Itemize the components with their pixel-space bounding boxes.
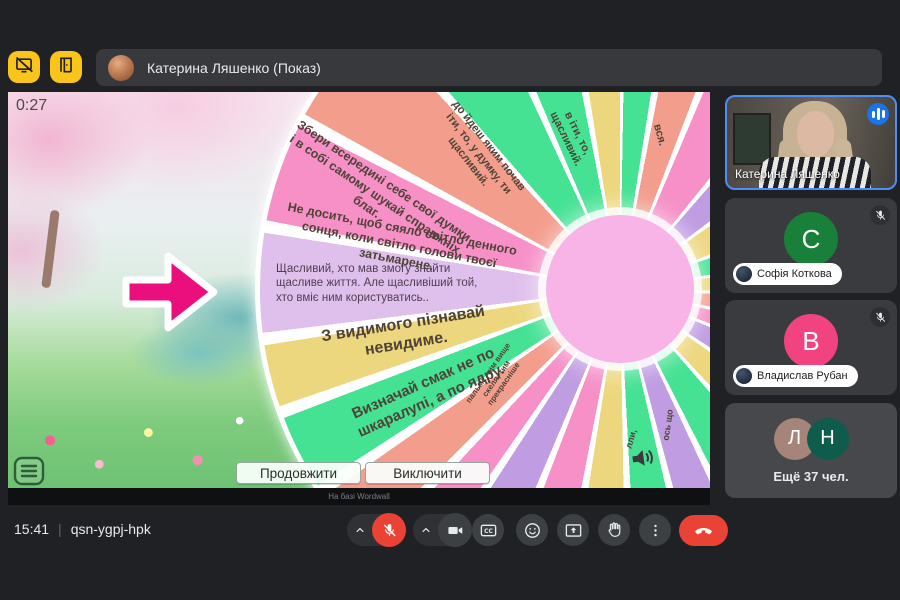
- mic-mute-button[interactable]: [372, 513, 406, 547]
- divider: |: [58, 521, 62, 537]
- captions-icon-label: CC: [484, 528, 493, 535]
- more-participants-label: Ещё 37 чел.: [773, 468, 849, 484]
- captions-button[interactable]: CC: [472, 514, 504, 546]
- avatar: Н: [806, 417, 849, 460]
- continue-button[interactable]: Продовжити: [236, 462, 361, 484]
- presenter-name: Катерина Ляшенко (Показ): [147, 59, 321, 76]
- meeting-code: qsn-ygpj-hpk: [70, 521, 151, 537]
- person-face: [797, 111, 834, 157]
- present-screen-button[interactable]: [557, 514, 589, 546]
- game-timer: 0:27: [16, 97, 48, 114]
- leave-room-button[interactable]: [50, 51, 82, 83]
- stop-presentation-button[interactable]: [8, 51, 40, 83]
- mic-muted-icon: [870, 307, 890, 327]
- tree-trunk: [41, 209, 60, 289]
- participant-name: Владислав Рубан: [757, 370, 848, 382]
- wheel-hub: [546, 215, 694, 363]
- wordwall-attribution: На базі Wordwall: [328, 492, 390, 501]
- game-menu-icon[interactable]: [13, 456, 45, 488]
- mic-options-chevron[interactable]: [347, 523, 373, 537]
- share-letterbox: На базі Wordwall: [8, 488, 710, 505]
- video-background-shelf: [733, 113, 771, 165]
- camera-button[interactable]: [438, 513, 472, 547]
- audio-level-icon: [867, 103, 889, 125]
- emoji-avatar: [736, 266, 752, 282]
- avatar: B: [784, 314, 838, 368]
- presenter-banner[interactable]: Катерина Ляшенко (Показ): [96, 49, 882, 86]
- mic-muted-icon: [870, 205, 890, 225]
- exclude-button[interactable]: Виключити: [365, 462, 490, 484]
- presenter-avatar: [108, 54, 134, 81]
- sound-icon[interactable]: [628, 444, 658, 476]
- raise-hand-button[interactable]: [598, 514, 630, 546]
- more-options-button[interactable]: [639, 514, 671, 546]
- reactions-button[interactable]: [516, 514, 548, 546]
- participant-tile-sofia[interactable]: C Софія Коткова: [725, 198, 897, 293]
- emoji-avatar: [736, 368, 752, 384]
- mic-control-group: [347, 513, 406, 547]
- more-participants-tile[interactable]: Л Н Ещё 37 чел.: [725, 403, 897, 498]
- participant-tile-vladyslav[interactable]: B Владислав Рубан: [725, 300, 897, 395]
- no-presentation-icon: [14, 55, 34, 80]
- meet-window: { "colors": { "surface": "#202124", "acc…: [0, 0, 900, 600]
- clock-time: 15:41: [14, 521, 50, 537]
- avatar-group: Л Н: [773, 417, 849, 460]
- leave-call-button[interactable]: [679, 515, 728, 546]
- meeting-info: 15:41 | qsn-ygpj-hpk: [14, 521, 151, 537]
- screen-share-view: Збери всередині себе свої думки і в собі…: [8, 92, 710, 488]
- name-pill: Софія Коткова: [733, 263, 842, 285]
- avatar: C: [784, 212, 838, 266]
- name-pill: Владислав Рубан: [733, 365, 858, 387]
- participant-tile-katerina[interactable]: Катерина Ляшенко: [725, 95, 897, 190]
- wheel-quote: Щасливий, хто мав змогу знайти щасливе ж…: [276, 263, 478, 304]
- camera-options-chevron[interactable]: [413, 523, 439, 537]
- door-exit-icon: [56, 55, 76, 80]
- camera-control-group: [413, 513, 472, 547]
- participant-name: Катерина Ляшенко: [735, 167, 840, 181]
- participant-name: Софія Коткова: [757, 268, 832, 280]
- wheel-pointer-arrow: [120, 248, 220, 341]
